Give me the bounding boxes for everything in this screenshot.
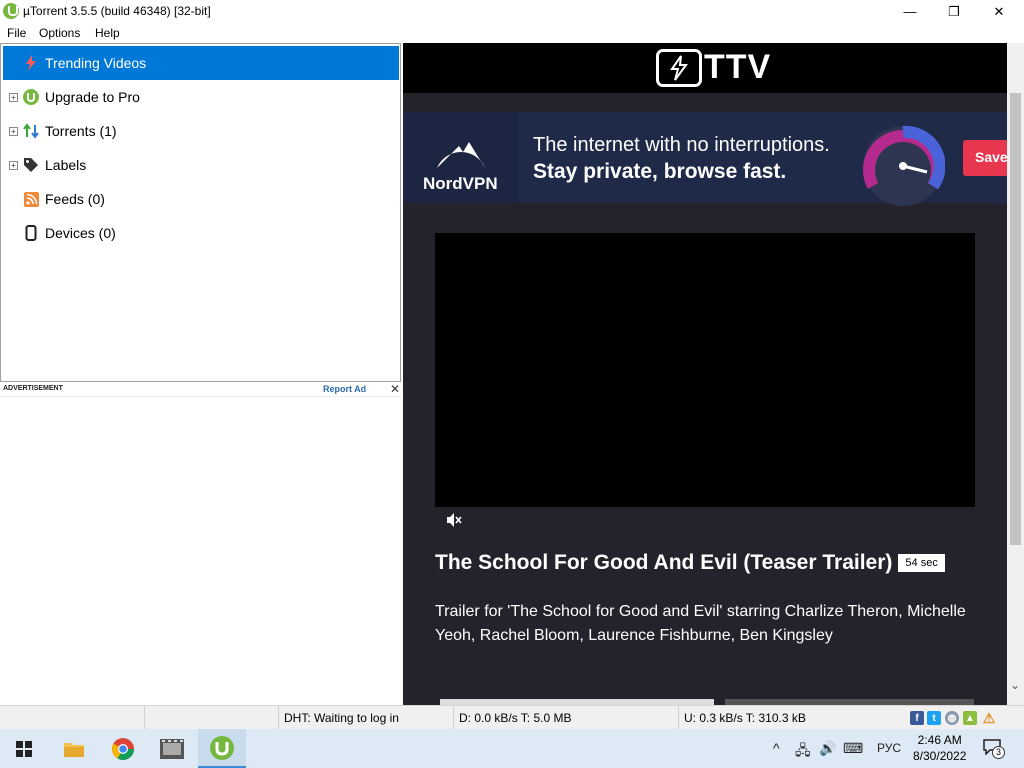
mountain-logo-icon <box>437 142 485 168</box>
sidebar-item-feeds[interactable]: Feeds (0) <box>3 182 399 216</box>
windows-logo-icon <box>16 740 32 757</box>
sidebar-item-label: Feeds (0) <box>45 191 105 207</box>
expand-icon[interactable]: + <box>9 160 18 170</box>
status-bar: DHT: Waiting to log in D: 0.0 kB/s T: 5.… <box>0 705 1024 730</box>
sidebar-item-torrents[interactable]: + Torrents (1) <box>3 114 399 148</box>
close-ad-icon[interactable]: ✕ <box>390 382 400 396</box>
notification-count-badge: 3 <box>992 746 1005 759</box>
duration-badge: 54 sec <box>898 554 945 572</box>
trending-videos-pane: TTV NordVPN The internet with no interru… <box>403 43 1007 705</box>
menu-options[interactable]: Options <box>39 26 80 40</box>
minimize-button[interactable]: — <box>887 0 933 23</box>
clock[interactable]: 2:46 AM 8/30/2022 <box>913 732 966 764</box>
sidebar-item-label: Labels <box>45 157 87 173</box>
nordvpn-brand: NordVPN <box>403 112 518 203</box>
save-cta-button[interactable]: Save <box>963 140 1007 176</box>
warning-icon[interactable]: ⚠ <box>982 710 996 726</box>
video-player[interactable] <box>435 233 975 507</box>
video-title[interactable]: The School For Good And Evil (Teaser Tra… <box>435 551 945 575</box>
pane-scrollbar[interactable]: ⌄ <box>1007 43 1024 705</box>
nordvpn-wordmark: NordVPN <box>423 174 498 193</box>
expand-icon[interactable]: + <box>9 92 18 102</box>
file-explorer-taskbar-icon[interactable] <box>50 729 98 768</box>
ad-header: ADVERTISEMENT Report Ad ✕ <box>0 382 401 397</box>
network-icon[interactable]: 🖧 <box>795 740 811 764</box>
start-button[interactable] <box>0 729 48 768</box>
window-title: µTorrent 3.5.5 (build 46348) [32-bit] <box>23 4 211 18</box>
globe-icon[interactable]: ◍ <box>945 711 959 725</box>
sidebar-item-devices[interactable]: Devices (0) <box>3 216 399 250</box>
sidebar-item-label: Upgrade to Pro <box>45 89 140 105</box>
utorrent-taskbar-icon[interactable] <box>198 729 246 768</box>
ttv-logo: TTV <box>656 48 771 87</box>
keyboard-icon[interactable]: ⌨ <box>843 740 863 757</box>
clock-time: 2:46 AM <box>917 733 962 747</box>
notifications-icon[interactable]: 3 <box>983 739 1005 759</box>
video-title-text: The School For Good And Evil (Teaser Tra… <box>435 551 893 574</box>
windows-taskbar: ^ 🖧 🔊 ⌨ РУС 2:46 AM 8/30/2022 3 <box>0 729 1024 768</box>
ttv-header: TTV <box>403 43 1007 93</box>
status-empty-segment <box>144 706 278 730</box>
tv-lightning-icon <box>656 48 702 87</box>
volume-icon[interactable]: 🔊 <box>819 740 836 757</box>
sidebar-item-trending-videos[interactable]: Trending Videos <box>3 46 399 80</box>
ttv-logo-text: TTV <box>704 48 772 86</box>
maximize-button[interactable]: ❐ <box>931 0 977 23</box>
sidebar-item-labels[interactable]: + Labels <box>3 148 399 182</box>
download-status: D: 0.0 kB/s T: 5.0 MB <box>453 706 678 730</box>
utorrent-logo-icon <box>3 3 19 19</box>
sidebar-tree: Trending Videos + Upgrade to Pro + Torre… <box>0 43 401 382</box>
ad-label: ADVERTISEMENT <box>3 385 63 392</box>
speed-gauge-icon <box>863 125 945 206</box>
updown-arrows-icon <box>22 122 40 140</box>
banner-line-2: Stay private, browse fast. <box>533 160 787 183</box>
menu-file[interactable]: File <box>7 26 26 40</box>
sidebar-item-label: Trending Videos <box>45 55 147 71</box>
film-app-taskbar-icon[interactable] <box>148 729 196 768</box>
ad-space <box>0 397 401 703</box>
twitter-icon[interactable]: t <box>927 711 941 725</box>
menu-bar: File Options Help <box>0 23 1024 43</box>
device-icon <box>22 224 40 242</box>
nordvpn-banner-ad[interactable]: NordVPN The internet with no interruptio… <box>403 112 1007 206</box>
sidebar-item-label: Torrents (1) <box>45 123 117 139</box>
show-hidden-icons[interactable]: ^ <box>773 740 780 756</box>
android-icon[interactable]: ▲ <box>963 711 977 725</box>
video-description: Trailer for 'The School for Good and Evi… <box>435 603 966 644</box>
facebook-icon[interactable]: f <box>910 711 924 725</box>
close-button[interactable]: ✕ <box>976 0 1022 23</box>
rss-icon <box>22 190 40 208</box>
sidebar-item-upgrade[interactable]: + Upgrade to Pro <box>3 80 399 114</box>
sidebar-item-label: Devices (0) <box>45 225 116 241</box>
mute-icon[interactable] <box>445 512 465 532</box>
tag-icon <box>22 156 40 174</box>
upload-status: U: 0.3 kB/s T: 310.3 kB <box>678 706 906 730</box>
dht-status: DHT: Waiting to log in <box>278 706 453 730</box>
scrollbar-thumb[interactable] <box>1010 93 1021 545</box>
expand-icon[interactable]: + <box>9 126 18 136</box>
utorrent-icon <box>22 88 40 106</box>
chrome-taskbar-icon[interactable] <box>99 729 147 768</box>
title-bar: µTorrent 3.5.5 (build 46348) [32-bit] — … <box>0 0 1024 23</box>
scroll-down-icon[interactable]: ⌄ <box>1010 678 1020 692</box>
banner-line-1: The internet with no interruptions. <box>533 134 830 156</box>
lightning-icon <box>22 54 40 72</box>
language-indicator[interactable]: РУС <box>877 741 901 755</box>
menu-help[interactable]: Help <box>95 26 120 40</box>
report-ad-link[interactable]: Report Ad <box>323 384 366 394</box>
clock-date: 8/30/2022 <box>913 749 967 763</box>
